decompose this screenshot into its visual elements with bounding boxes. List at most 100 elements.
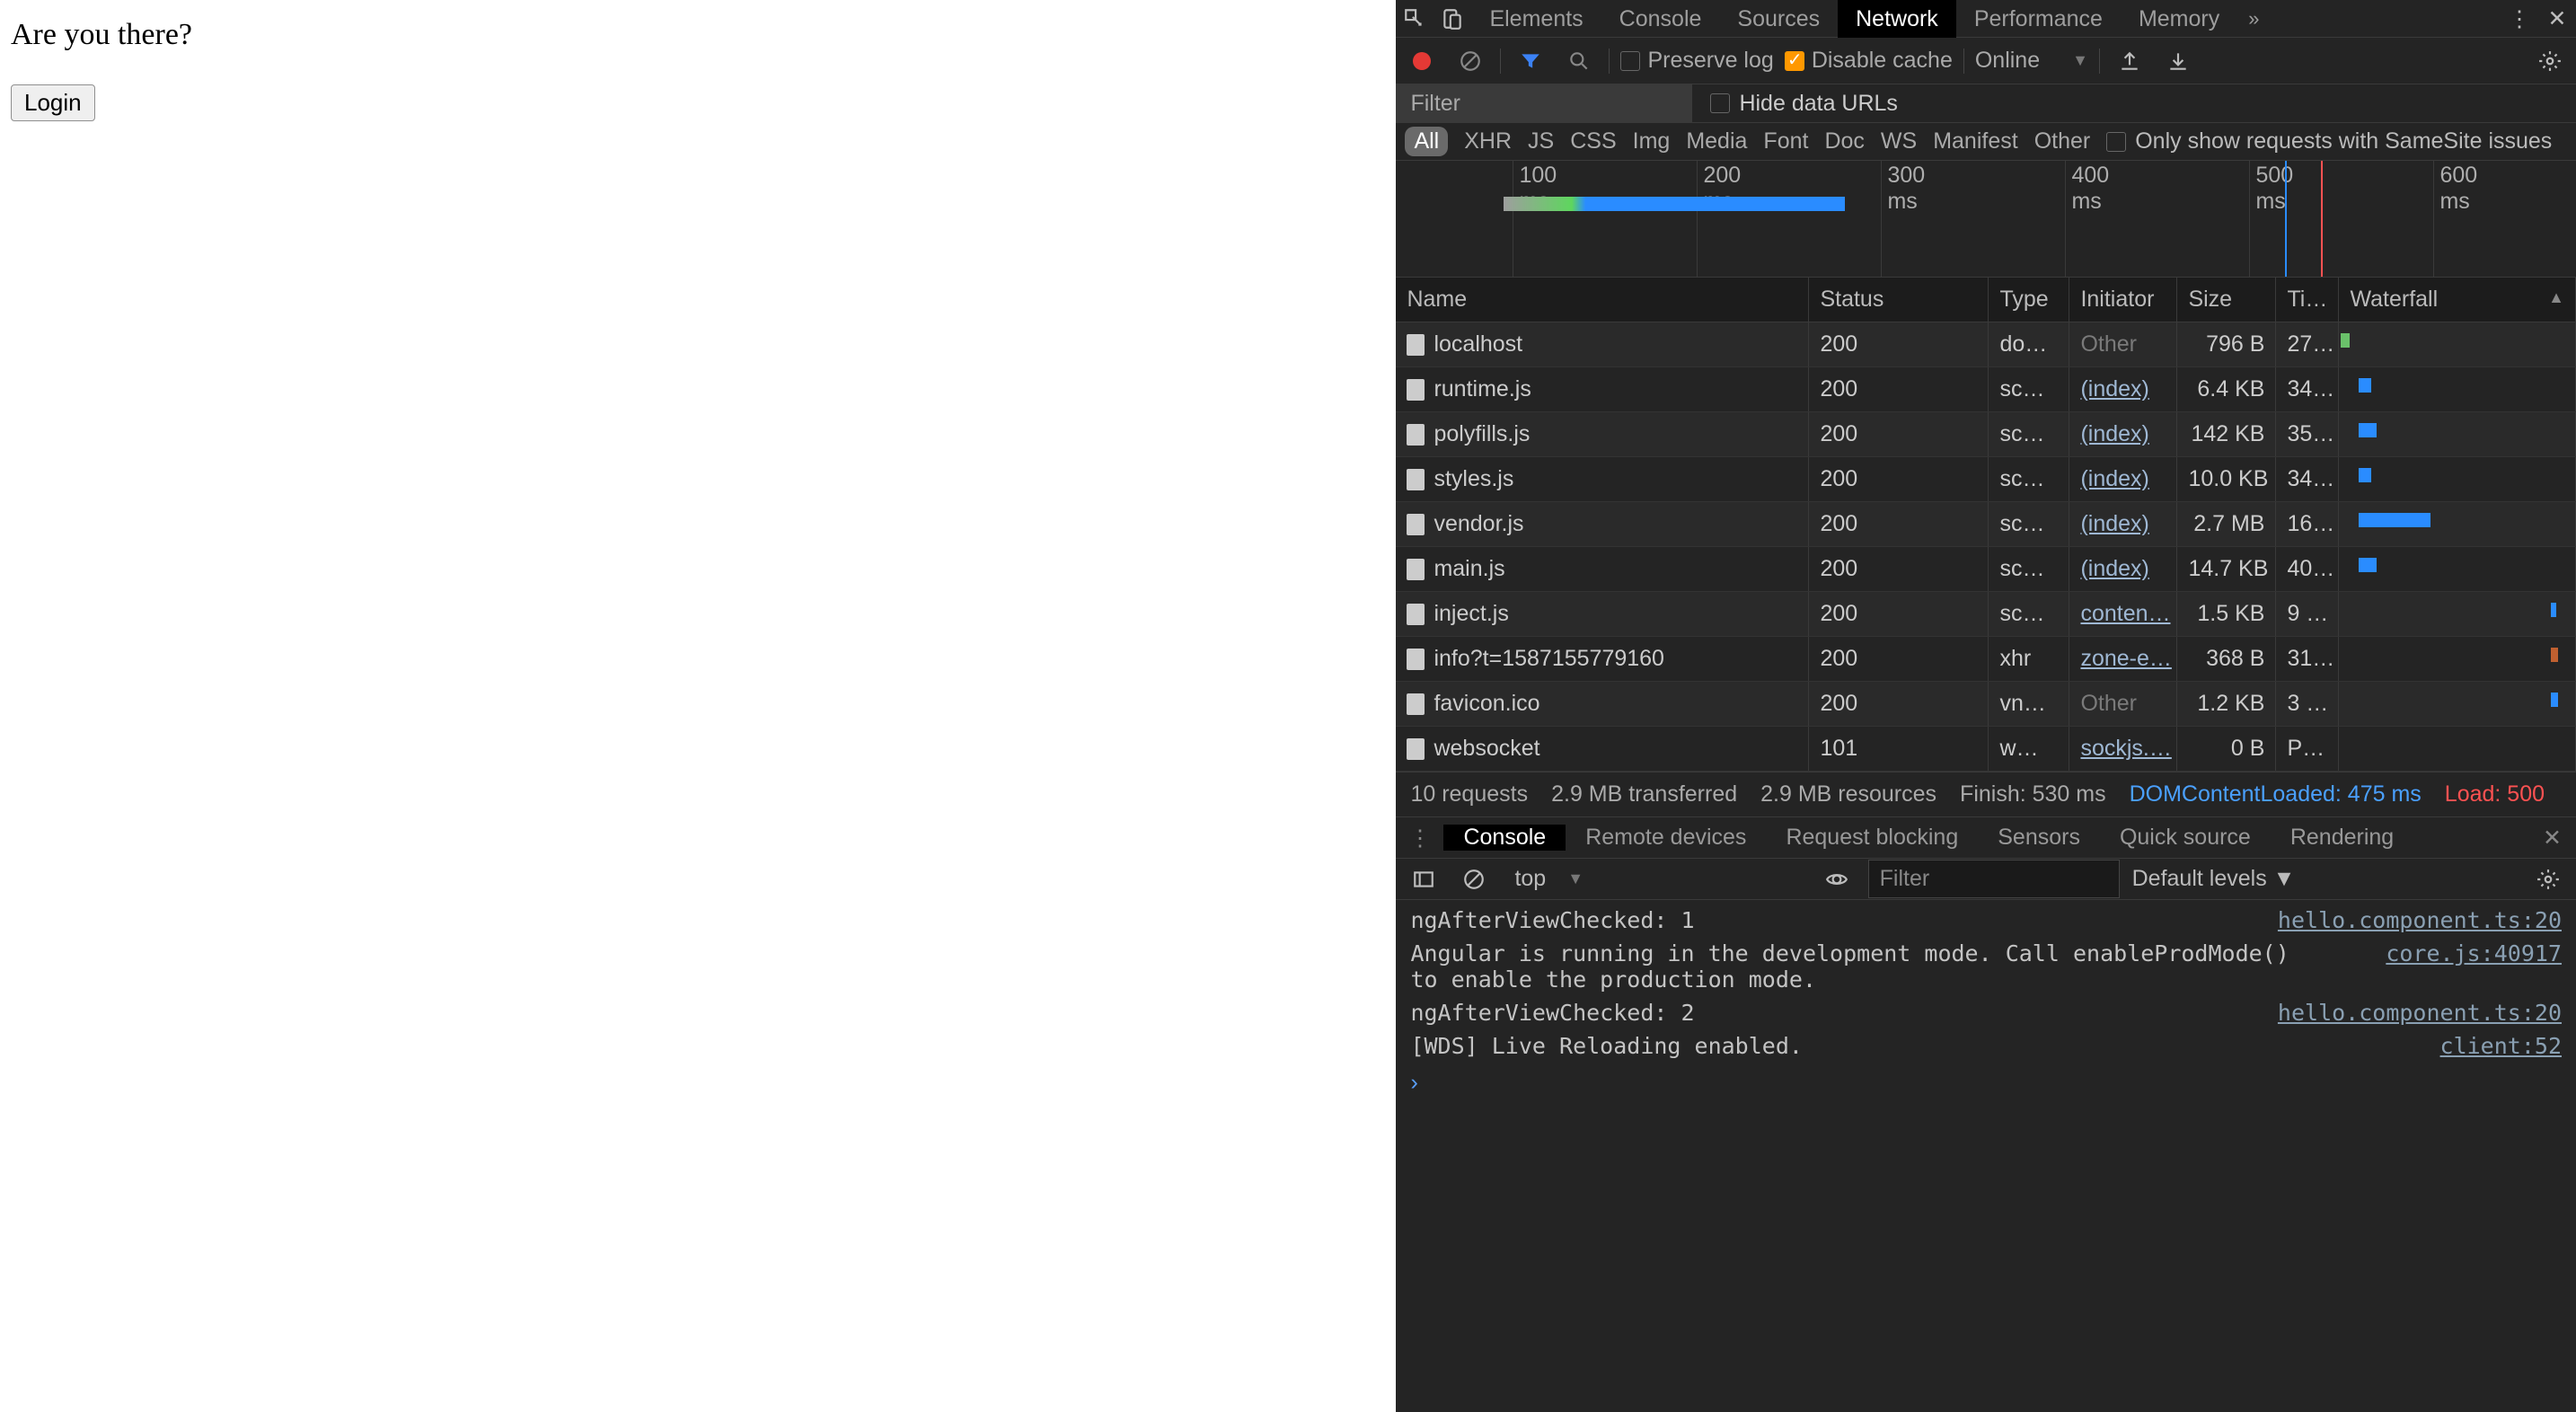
console-prompt[interactable]: › xyxy=(1396,1066,2576,1099)
request-row[interactable]: websocket101w…sockjs.…0 BP… xyxy=(1396,727,2576,772)
timeline[interactable]: 100 ms 200 ms 300 ms 400 ms 500 ms 600 m… xyxy=(1396,161,2576,278)
tab-console[interactable]: Console xyxy=(1601,0,1720,38)
waterfall-bar xyxy=(2359,513,2430,527)
samesite-checkbox[interactable]: Only show requests with SameSite issues xyxy=(2106,128,2552,154)
request-initiator[interactable]: (index) xyxy=(2080,466,2148,491)
more-menu-icon[interactable]: ⋮ xyxy=(2501,0,2538,38)
drawer-close-icon[interactable]: ✕ xyxy=(2528,825,2576,852)
request-row[interactable]: styles.js200sc…(index)10.0 KB34… xyxy=(1396,457,2576,502)
levels-select[interactable]: Default levels ▼ xyxy=(2132,866,2296,892)
request-initiator: Other xyxy=(2080,691,2137,716)
hide-data-urls-checkbox[interactable]: Hide data URLs xyxy=(1692,91,1915,117)
request-initiator[interactable]: zone-e… xyxy=(2080,646,2171,671)
tab-sources[interactable]: Sources xyxy=(1719,0,1838,38)
type-doc[interactable]: Doc xyxy=(1824,128,1864,154)
request-initiator[interactable]: (index) xyxy=(2080,511,2148,536)
request-name: websocket xyxy=(1434,736,1539,762)
type-js[interactable]: JS xyxy=(1528,128,1554,154)
drawer-tab-quick[interactable]: Quick source xyxy=(2100,825,2271,851)
clear-icon[interactable] xyxy=(1451,42,1489,80)
drawer-tab-console[interactable]: Console xyxy=(1443,825,1566,851)
settings-icon[interactable] xyxy=(2531,42,2569,80)
summary-domcontent: DOMContentLoaded: 475 ms xyxy=(2130,781,2422,807)
col-time[interactable]: Ti… xyxy=(2276,278,2339,322)
type-css[interactable]: CSS xyxy=(1570,128,1616,154)
type-img[interactable]: Img xyxy=(1633,128,1671,154)
page-title: Are you there? xyxy=(11,18,1385,52)
request-status: 200 xyxy=(1809,682,1989,726)
close-devtools-icon[interactable]: ✕ xyxy=(2538,0,2576,38)
request-row[interactable]: polyfills.js200sc…(index)142 KB35… xyxy=(1396,412,2576,457)
col-initiator[interactable]: Initiator xyxy=(2069,278,2177,322)
request-initiator[interactable]: (index) xyxy=(2080,556,2148,581)
col-waterfall[interactable]: Waterfall▲ xyxy=(2339,278,2576,322)
file-icon xyxy=(1407,514,1425,535)
drawer-tab-reqblock[interactable]: Request blocking xyxy=(1766,825,1978,851)
request-row[interactable]: main.js200sc…(index)14.7 KB40… xyxy=(1396,547,2576,592)
throttle-select[interactable]: Online xyxy=(1975,48,2061,74)
filter-input[interactable]: Filter xyxy=(1396,84,1692,122)
upload-har-icon[interactable] xyxy=(2111,42,2148,80)
request-initiator[interactable]: conten… xyxy=(2080,601,2170,626)
record-icon[interactable] xyxy=(1403,42,1441,80)
log-source-link[interactable]: hello.component.ts:20 xyxy=(2278,1000,2562,1026)
console-sidebar-icon[interactable] xyxy=(1405,860,1442,898)
request-initiator[interactable]: (index) xyxy=(2080,421,2148,446)
inspect-element-icon[interactable] xyxy=(1396,0,1434,38)
clear-console-icon[interactable] xyxy=(1455,860,1493,898)
chevron-down-icon[interactable]: ▼ xyxy=(1567,869,1584,888)
type-ws[interactable]: WS xyxy=(1881,128,1917,154)
request-row[interactable]: runtime.js200sc…(index)6.4 KB34… xyxy=(1396,367,2576,412)
login-button[interactable]: Login xyxy=(11,84,95,121)
type-all[interactable]: All xyxy=(1405,127,1448,156)
request-time: 34… xyxy=(2276,367,2339,411)
timeline-bars xyxy=(1504,197,1845,211)
type-xhr[interactable]: XHR xyxy=(1464,128,1512,154)
col-size[interactable]: Size xyxy=(2177,278,2276,322)
drawer-tab-render[interactable]: Rendering xyxy=(2271,825,2413,851)
request-type: vn… xyxy=(1989,682,2069,726)
request-time: 27… xyxy=(2276,322,2339,366)
col-name[interactable]: Name xyxy=(1396,278,1809,322)
log-source-link[interactable]: core.js:40917 xyxy=(2386,940,2562,993)
log-source-link[interactable]: hello.component.ts:20 xyxy=(2278,907,2562,933)
drawer-tab-sensors[interactable]: Sensors xyxy=(1978,825,2100,851)
disable-cache-checkbox[interactable]: Disable cache xyxy=(1785,48,1953,74)
tab-elements[interactable]: Elements xyxy=(1471,0,1601,38)
download-har-icon[interactable] xyxy=(2159,42,2197,80)
chevron-down-icon[interactable]: ▼ xyxy=(2072,51,2088,70)
type-font[interactable]: Font xyxy=(1763,128,1808,154)
tab-performance[interactable]: Performance xyxy=(1956,0,2121,38)
log-message: [WDS] Live Reloading enabled. xyxy=(1410,1033,1803,1059)
request-initiator[interactable]: (index) xyxy=(2080,376,2148,402)
request-row[interactable]: favicon.ico200vn…Other1.2 KB3 … xyxy=(1396,682,2576,727)
console-settings-icon[interactable] xyxy=(2529,860,2567,898)
device-toggle-icon[interactable] xyxy=(1434,0,1471,38)
tab-network[interactable]: Network xyxy=(1838,0,1956,38)
col-status[interactable]: Status xyxy=(1809,278,1989,322)
request-row[interactable]: inject.js200sc…conten…1.5 KB9 … xyxy=(1396,592,2576,637)
search-icon[interactable] xyxy=(1560,42,1598,80)
live-expr-icon[interactable] xyxy=(1818,860,1856,898)
request-row[interactable]: info?t=1587155779160200xhrzone-e…368 B31… xyxy=(1396,637,2576,682)
drawer-menu-icon[interactable]: ⋮ xyxy=(1396,825,1443,852)
file-icon xyxy=(1407,693,1425,715)
tabs-overflow-icon[interactable]: » xyxy=(2237,7,2270,31)
context-select[interactable]: top xyxy=(1505,866,1555,892)
col-type[interactable]: Type xyxy=(1989,278,2069,322)
type-manifest[interactable]: Manifest xyxy=(1933,128,2017,154)
request-row[interactable]: localhost200do…Other796 B27… xyxy=(1396,322,2576,367)
type-media[interactable]: Media xyxy=(1686,128,1747,154)
type-other[interactable]: Other xyxy=(2034,128,2091,154)
log-message: Angular is running in the development mo… xyxy=(1410,940,2317,993)
filter-toggle-icon[interactable] xyxy=(1512,42,1549,80)
request-initiator[interactable]: sockjs.… xyxy=(2080,736,2171,761)
console-filter-input[interactable]: Filter xyxy=(1868,860,2120,898)
drawer-tab-remote[interactable]: Remote devices xyxy=(1566,825,1766,851)
request-status: 200 xyxy=(1809,547,1989,591)
preserve-log-checkbox[interactable]: Preserve log xyxy=(1620,48,1773,74)
file-icon xyxy=(1407,469,1425,490)
log-source-link[interactable]: client:52 xyxy=(2440,1033,2562,1059)
request-row[interactable]: vendor.js200sc…(index)2.7 MB16… xyxy=(1396,502,2576,547)
tab-memory[interactable]: Memory xyxy=(2121,0,2237,38)
